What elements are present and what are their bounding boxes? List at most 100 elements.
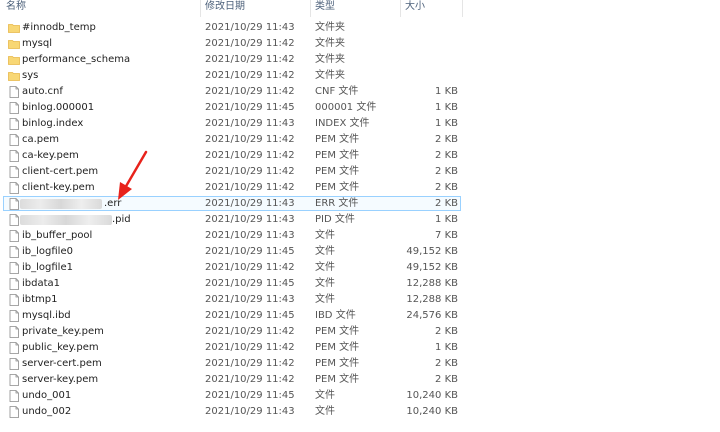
file-name: ibtmp1 xyxy=(22,294,58,305)
file-size: 12,288 KB xyxy=(406,294,458,305)
file-type: IBD 文件 xyxy=(315,310,356,321)
column-divider[interactable] xyxy=(310,0,311,17)
file-icon xyxy=(8,342,20,354)
file-date: 2021/10/29 11:42 xyxy=(205,86,295,97)
file-icon xyxy=(8,230,20,242)
file-date: 2021/10/29 11:43 xyxy=(205,22,295,33)
file-type: 000001 文件 xyxy=(315,102,377,113)
file-icon xyxy=(8,390,20,402)
file-icon xyxy=(8,166,20,178)
file-row[interactable]: ib_buffer_pool 2021/10/29 11:43 文件 7 KB xyxy=(0,228,720,244)
file-row[interactable]: .pid 2021/10/29 11:43 PID 文件 1 KB xyxy=(0,212,720,228)
file-icon xyxy=(8,214,20,226)
file-icon xyxy=(8,358,20,370)
file-name: .pid xyxy=(112,214,131,225)
file-row[interactable]: client-key.pem 2021/10/29 11:42 PEM 文件 2 KB xyxy=(0,180,720,196)
file-row[interactable]: ibdata1 2021/10/29 11:45 文件 12,288 KB xyxy=(0,276,720,292)
file-row[interactable]: ibtmp1 2021/10/29 11:43 文件 12,288 KB xyxy=(0,292,720,308)
column-divider[interactable] xyxy=(462,0,463,17)
file-date: 2021/10/29 11:42 xyxy=(205,54,295,65)
file-row[interactable]: #innodb_temp 2021/10/29 11:43 文件夹 xyxy=(0,20,720,36)
file-row[interactable]: mysql 2021/10/29 11:42 文件夹 xyxy=(0,36,720,52)
file-name: performance_schema xyxy=(22,54,131,65)
file-name: undo_002 xyxy=(22,406,72,417)
file-icon xyxy=(8,246,20,258)
column-header-date[interactable]: 修改日期 xyxy=(205,0,245,17)
file-row[interactable]: undo_002 2021/10/29 11:43 文件 10,240 KB xyxy=(0,404,720,420)
file-type: PEM 文件 xyxy=(315,358,360,369)
file-date: 2021/10/29 11:45 xyxy=(205,102,295,113)
file-size: 2 KB xyxy=(435,166,458,177)
file-icon xyxy=(8,294,20,306)
file-type: PID 文件 xyxy=(315,214,355,225)
file-row[interactable]: .err 2021/10/29 11:43 ERR 文件 2 KB xyxy=(0,196,720,212)
file-icon xyxy=(8,102,20,114)
column-divider[interactable] xyxy=(200,0,201,17)
file-date: 2021/10/29 11:43 xyxy=(205,406,295,417)
file-size: 49,152 KB xyxy=(406,246,458,257)
file-type: CNF 文件 xyxy=(315,86,359,97)
file-icon xyxy=(8,134,20,146)
file-type: 文件夹 xyxy=(315,70,345,81)
file-row[interactable]: ib_logfile1 2021/10/29 11:42 文件 49,152 KB xyxy=(0,260,720,276)
column-header-name[interactable]: 名称 xyxy=(6,0,26,17)
file-type: 文件夹 xyxy=(315,22,345,33)
file-date: 2021/10/29 11:42 xyxy=(205,326,295,337)
file-size: 10,240 KB xyxy=(406,390,458,401)
file-row[interactable]: server-cert.pem 2021/10/29 11:42 PEM 文件 2 K… xyxy=(0,356,720,372)
file-type: PEM 文件 xyxy=(315,182,360,193)
file-row[interactable]: performance_schema 2021/10/29 11:42 文件夹 xyxy=(0,52,720,68)
file-row[interactable]: client-cert.pem 2021/10/29 11:42 PEM 文件 2 K… xyxy=(0,164,720,180)
column-header-type[interactable]: 类型 xyxy=(315,0,335,17)
file-size: 1 KB xyxy=(435,86,458,97)
file-row[interactable]: ib_logfile0 2021/10/29 11:45 文件 49,152 KB xyxy=(0,244,720,260)
file-date: 2021/10/29 11:43 xyxy=(205,118,295,129)
file-size: 1 KB xyxy=(435,118,458,129)
file-size xyxy=(400,36,458,52)
file-row[interactable]: auto.cnf 2021/10/29 11:42 CNF 文件 1 KB xyxy=(0,84,720,100)
file-date: 2021/10/29 11:45 xyxy=(205,246,295,257)
file-size: 2 KB xyxy=(435,182,458,193)
file-name: .err xyxy=(104,198,122,209)
file-row[interactable]: server-key.pem 2021/10/29 11:42 PEM 文件 2 KB xyxy=(0,372,720,388)
file-type: 文件夹 xyxy=(315,38,345,49)
file-size: 1 KB xyxy=(435,214,458,225)
file-row[interactable]: mysql.ibd 2021/10/29 11:45 IBD 文件 24,576 KB xyxy=(0,308,720,324)
redaction-blur xyxy=(20,215,112,225)
file-type: PEM 文件 xyxy=(315,326,360,337)
file-type: PEM 文件 xyxy=(315,134,360,145)
file-name: binlog.index xyxy=(22,118,84,129)
file-date: 2021/10/29 11:42 xyxy=(205,182,295,193)
file-name: #innodb_temp xyxy=(22,22,96,33)
file-size: 2 KB xyxy=(435,326,458,337)
column-header-size[interactable]: 大小 xyxy=(405,0,425,17)
file-name: mysql xyxy=(22,38,52,49)
column-divider[interactable] xyxy=(400,0,401,17)
file-size: 7 KB xyxy=(435,230,458,241)
file-row[interactable]: undo_001 2021/10/29 11:45 文件 10,240 KB xyxy=(0,388,720,404)
file-row[interactable]: sys 2021/10/29 11:42 文件夹 xyxy=(0,68,720,84)
file-date: 2021/10/29 11:43 xyxy=(205,214,295,225)
redaction-blur xyxy=(20,199,102,209)
file-row[interactable]: ca.pem 2021/10/29 11:42 PEM 文件 2 KB xyxy=(0,132,720,148)
file-name: auto.cnf xyxy=(22,86,63,97)
file-type: ERR 文件 xyxy=(315,198,359,209)
file-type: PEM 文件 xyxy=(315,166,360,177)
file-row[interactable]: binlog.index 2021/10/29 11:43 INDEX 文件 1 KB xyxy=(0,116,720,132)
file-type: 文件 xyxy=(315,406,335,417)
file-row[interactable]: ca-key.pem 2021/10/29 11:42 PEM 文件 2 KB xyxy=(0,148,720,164)
file-icon xyxy=(8,326,20,338)
file-icon xyxy=(8,198,20,210)
file-size: 2 KB xyxy=(435,358,458,369)
file-name: ibdata1 xyxy=(22,278,61,289)
file-date: 2021/10/29 11:45 xyxy=(205,390,295,401)
file-size: 2 KB xyxy=(435,134,458,145)
file-type: PEM 文件 xyxy=(315,342,360,353)
file-row[interactable]: public_key.pem 2021/10/29 11:42 PEM 文件 1 KB xyxy=(0,340,720,356)
file-name: ib_logfile1 xyxy=(22,262,73,273)
file-name: undo_001 xyxy=(22,390,72,401)
file-type: 文件 xyxy=(315,278,335,289)
file-row[interactable]: binlog.000001 2021/10/29 11:45 000001 文件 1 … xyxy=(0,100,720,116)
file-size: 1 KB xyxy=(435,342,458,353)
file-row[interactable]: private_key.pem 2021/10/29 11:42 PEM 文件 2 K… xyxy=(0,324,720,340)
